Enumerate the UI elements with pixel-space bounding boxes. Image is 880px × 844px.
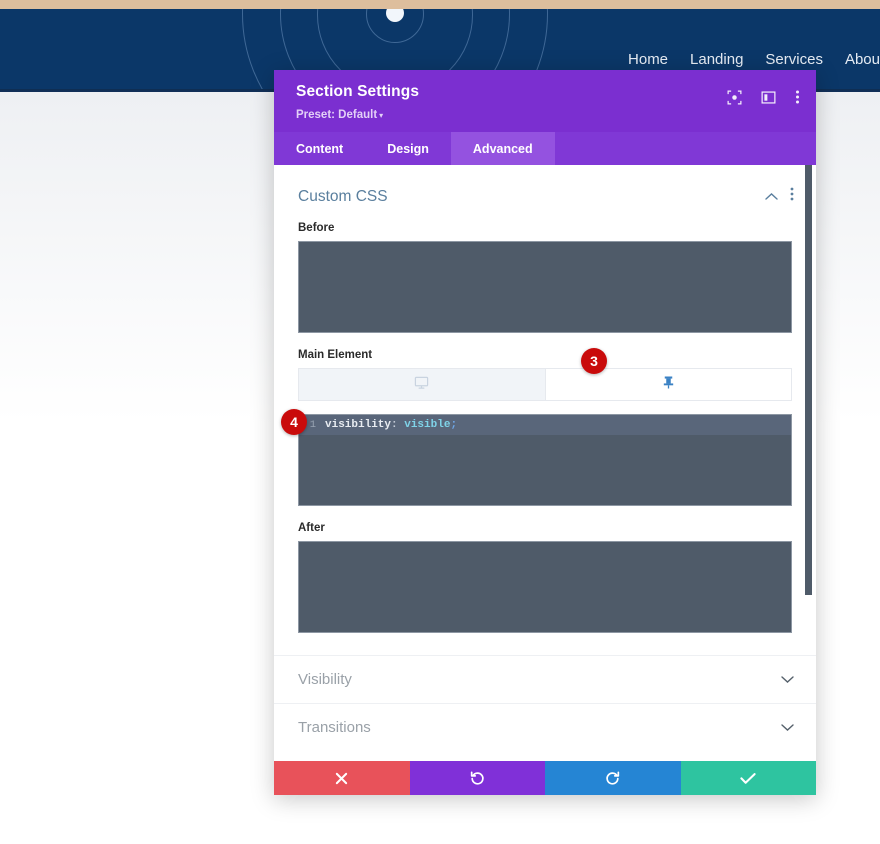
chevron-down-icon: ▾	[379, 111, 384, 120]
undo-arrow-icon	[471, 771, 484, 785]
before-code-editor[interactable]	[298, 241, 792, 333]
tab-content[interactable]: Content	[274, 132, 365, 165]
css-semicolon: ;	[450, 419, 458, 431]
nav-item-landing[interactable]: Landing	[690, 51, 743, 68]
modal-title-group: Section Settings Preset: Default ▾	[296, 83, 419, 123]
main-element-code-editor[interactable]: 1 visibility: visible;	[298, 414, 792, 506]
field-before: Before	[274, 222, 816, 333]
custom-css-section-header[interactable]: Custom CSS	[274, 165, 816, 206]
section-title: Custom CSS	[298, 187, 388, 205]
site-nav: Home Landing Services Abou	[628, 51, 880, 68]
annotation-badge-3: 3	[581, 348, 607, 374]
modal-title: Section Settings	[296, 83, 420, 100]
modal-header-actions	[727, 83, 800, 105]
desktop-icon	[414, 375, 429, 395]
before-label: Before	[298, 222, 335, 234]
annotation-badge-4: 4	[281, 409, 307, 435]
accordion-visibility[interactable]: Visibility	[274, 655, 816, 703]
section-settings-modal: Section Settings Preset: Default ▾ Conte…	[274, 70, 816, 795]
after-label: After	[298, 522, 325, 534]
panel-scrollbar-track[interactable]	[805, 165, 814, 761]
panel-scrollbar-thumb[interactable]	[805, 165, 812, 595]
section-header-actions	[765, 187, 794, 206]
main-element-code-wrap: 1 visibility: visible;	[298, 414, 792, 506]
code-line-1: 1 visibility: visible;	[299, 415, 791, 435]
css-value: visible	[404, 419, 451, 431]
nav-item-about[interactable]: Abou	[845, 51, 880, 68]
layout-panel-icon[interactable]	[761, 90, 776, 105]
accordion-label: Transitions	[298, 719, 371, 736]
pin-icon	[661, 375, 676, 395]
field-main-element: Main Element 1 visibility: visible ;	[274, 349, 816, 506]
main-element-toggle-row	[298, 368, 792, 401]
close-x-icon	[336, 772, 348, 784]
desktop-view-toggle[interactable]	[299, 369, 545, 400]
preset-selector[interactable]: Preset: Default ▾	[296, 105, 419, 123]
save-button[interactable]	[680, 761, 816, 795]
nav-item-services[interactable]: Services	[765, 51, 823, 68]
field-after: After	[274, 522, 816, 633]
modal-body: Custom CSS Before Main Element 1 visibil…	[274, 165, 816, 761]
redo-button[interactable]	[545, 761, 681, 795]
more-vertical-icon[interactable]	[790, 187, 794, 206]
chevron-down-icon	[781, 719, 794, 737]
tab-advanced[interactable]: Advanced	[450, 132, 555, 165]
preset-label: Preset: Default	[296, 109, 378, 121]
css-property: visibility	[325, 419, 392, 431]
nav-item-home[interactable]: Home	[628, 51, 668, 68]
main-element-label: Main Element	[298, 349, 373, 361]
page-top-strip	[0, 0, 880, 9]
pin-view-toggle[interactable]	[544, 369, 792, 400]
accordion-transitions[interactable]: Transitions	[274, 703, 816, 751]
chevron-down-icon	[781, 671, 794, 689]
modal-header: Section Settings Preset: Default ▾	[274, 70, 816, 132]
screen: Home Landing Services Abou Section Setti…	[0, 0, 880, 844]
chevron-up-icon[interactable]	[765, 188, 778, 206]
undo-button[interactable]	[409, 761, 545, 795]
modal-tabbar: Content Design Advanced	[274, 132, 816, 165]
modal-footer	[274, 761, 816, 795]
redo-arrow-icon	[606, 771, 619, 785]
cancel-button[interactable]	[274, 761, 410, 795]
after-code-editor[interactable]	[298, 541, 792, 633]
more-vertical-icon[interactable]	[795, 89, 800, 105]
css-colon: :	[391, 419, 405, 431]
focus-target-icon[interactable]	[727, 90, 742, 105]
accordion-label: Visibility	[298, 671, 352, 688]
checkmark-icon	[740, 772, 756, 784]
tab-design[interactable]: Design	[365, 132, 451, 165]
